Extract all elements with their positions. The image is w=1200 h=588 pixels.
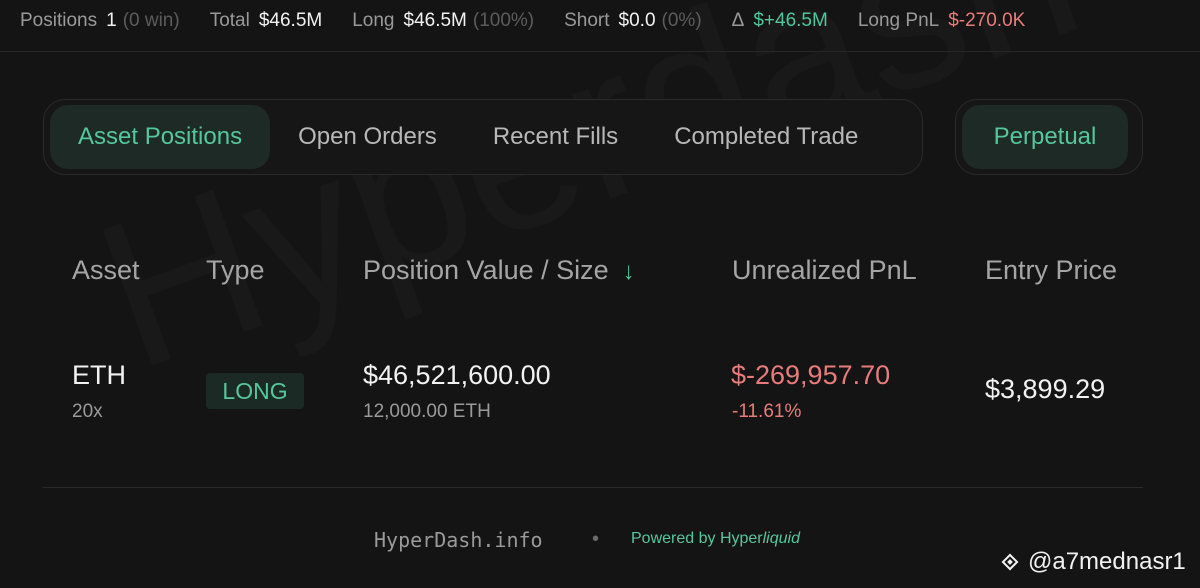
page: Hyperdash Positions 1 (0 win) Total $46.… bbox=[0, 0, 1200, 588]
stat-long-pnl-label: Long PnL bbox=[857, 9, 940, 31]
header-position-value-label: Position Value / Size bbox=[363, 255, 609, 285]
header-unrealized-pnl[interactable]: Unrealized PnL bbox=[732, 255, 917, 286]
perpetual-button[interactable]: Perpetual bbox=[962, 105, 1128, 169]
position-value: $46,521,600.00 bbox=[363, 360, 551, 390]
stat-long-label: Long bbox=[352, 9, 395, 31]
stat-long-value: $46.5M bbox=[403, 9, 467, 31]
pnl-percent: -11.61% bbox=[732, 401, 802, 422]
stats-bar: Positions 1 (0 win) Total $46.5M Long $4… bbox=[0, 0, 1200, 52]
footer-separator: • bbox=[592, 528, 600, 550]
asset-name: ETH bbox=[72, 360, 126, 390]
stat-short-sub: (0%) bbox=[661, 9, 702, 31]
stat-positions-sub: (0 win) bbox=[122, 9, 180, 31]
arrow-down-icon[interactable]: ↓ bbox=[623, 258, 635, 286]
tab-open-orders[interactable]: Open Orders bbox=[270, 105, 465, 169]
stat-long-sub: (100%) bbox=[472, 9, 535, 31]
stat-long-pnl-value: $-270.0K bbox=[948, 9, 1026, 31]
entry-price: $3,899.29 bbox=[985, 374, 1106, 404]
powered-by-suffix: liquid bbox=[762, 530, 800, 547]
stat-positions-value: 1 bbox=[106, 9, 117, 31]
position-size: 12,000.00 ETH bbox=[363, 401, 491, 422]
stat-total-label: Total bbox=[209, 9, 250, 31]
powered-by-link[interactable]: Powered by Hyperliquid bbox=[631, 530, 800, 548]
header-position-value[interactable]: Position Value / Size ↓ bbox=[363, 255, 635, 286]
binance-diamond-icon bbox=[1001, 553, 1019, 571]
stat-delta-value: $+46.5M bbox=[753, 9, 828, 31]
tab-asset-positions[interactable]: Asset Positions bbox=[50, 105, 271, 169]
stat-delta-label: Δ bbox=[731, 9, 745, 31]
header-entry-price[interactable]: Entry Price bbox=[985, 255, 1117, 286]
stat-short-value: $0.0 bbox=[618, 9, 656, 31]
tab-bar: Asset Positions Open Orders Recent Fills… bbox=[43, 99, 923, 175]
stat-short-label: Short bbox=[564, 9, 610, 31]
stat-delta: Δ $+46.5M bbox=[732, 10, 828, 32]
watermark: Hyperdash bbox=[71, 0, 1106, 414]
powered-by-prefix: Powered by Hyper bbox=[631, 530, 763, 547]
header-asset[interactable]: Asset bbox=[72, 255, 140, 286]
tab-completed-trades[interactable]: Completed Trade bbox=[646, 105, 886, 169]
stat-positions: Positions 1 (0 win) bbox=[20, 10, 180, 32]
tab-recent-fills[interactable]: Recent Fills bbox=[465, 105, 646, 169]
stat-positions-label: Positions bbox=[20, 9, 98, 31]
stat-total: Total $46.5M bbox=[210, 10, 323, 32]
divider bbox=[43, 487, 1143, 488]
header-type[interactable]: Type bbox=[206, 255, 265, 286]
stat-long-pnl: Long PnL $-270.0K bbox=[858, 10, 1025, 32]
handle-text: @a7mednasr1 bbox=[1028, 548, 1186, 575]
stat-short: Short $0.0 (0%) bbox=[564, 10, 702, 32]
footer-site-link[interactable]: HyperDash.info bbox=[374, 528, 543, 552]
unrealized-pnl: $-269,957.70 bbox=[731, 360, 891, 390]
stat-total-value: $46.5M bbox=[258, 9, 323, 31]
type-badge: LONG bbox=[206, 373, 304, 409]
watermark-handle: @a7mednasr1 bbox=[998, 548, 1186, 576]
market-toggle: Perpetual bbox=[955, 99, 1143, 175]
asset-leverage: 20x bbox=[72, 401, 103, 422]
stat-long: Long $46.5M (100%) bbox=[352, 10, 534, 32]
